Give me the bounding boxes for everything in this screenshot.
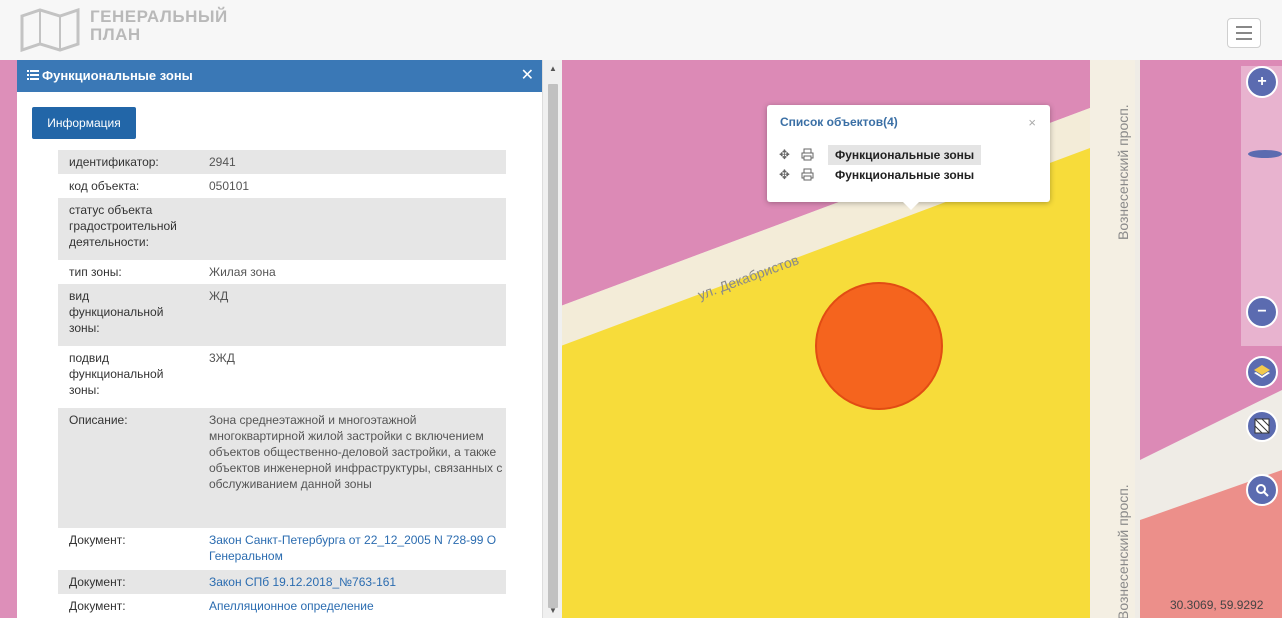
popup-close-icon[interactable]: ×: [1028, 115, 1036, 130]
attribute-key: вид функциональной зоны:: [69, 289, 164, 335]
popup-item[interactable]: ✥ Функциональные зоны: [779, 145, 1019, 165]
attribute-value: 050101: [209, 179, 250, 193]
attribute-key: идентификатор:: [69, 155, 159, 169]
zoom-out-button[interactable]: −: [1246, 296, 1278, 328]
document-link[interactable]: Апелляционное определение: [209, 598, 509, 614]
panel-header: Функциональные зоны ✕: [17, 60, 542, 92]
attribute-value: 2941: [209, 155, 236, 169]
popup-item[interactable]: ✥ Функциональные зоны: [779, 165, 1019, 185]
layers-icon: [1254, 365, 1270, 378]
attribute-row: Описание: Зона среднеэтажной и многоэтаж…: [58, 408, 506, 528]
scroll-thumb[interactable]: [548, 84, 558, 608]
attribute-key: подвид функциональной зоны:: [69, 351, 164, 397]
objects-popup: Список объектов(4) × ✥ Функциональные зо…: [767, 105, 1050, 210]
move-icon[interactable]: ✥: [779, 167, 790, 183]
document-link[interactable]: Закон СПб 19.12.2018_№763-161: [209, 574, 509, 590]
zoom-slider-handle[interactable]: [1248, 150, 1282, 158]
coordinates-readout: 30.3069, 59.9292: [1170, 598, 1264, 612]
popup-title: Список объектов(4): [780, 115, 898, 129]
attribute-row: вид функциональной зоны: ЖД: [58, 284, 506, 346]
hamburger-menu-button[interactable]: [1227, 18, 1261, 48]
attribute-value: 3ЖД: [209, 351, 235, 365]
popup-item-label[interactable]: Функциональные зоны: [828, 145, 982, 165]
street-label-voznesensky-bottom: Вознесенский просп.: [1115, 484, 1131, 618]
panel-title: Функциональные зоны: [42, 68, 193, 83]
attribute-key: Описание:: [69, 413, 128, 427]
attribute-row: подвид функциональной зоны: 3ЖД: [58, 346, 506, 408]
map-type-icon: [1254, 418, 1270, 434]
selection-marker: [815, 282, 943, 410]
panel-close-icon[interactable]: ✕: [521, 65, 534, 85]
attribute-value: Зона среднеэтажной и многоэтажной многок…: [209, 413, 503, 491]
app-header: ГЕНЕРАЛЬНЫЙ ПЛАН: [0, 0, 1282, 61]
popup-item-label[interactable]: Функциональные зоны: [828, 165, 981, 185]
attribute-value: ЖД: [209, 289, 229, 303]
attribute-row: статус объекта градостроительной деятель…: [58, 198, 506, 260]
logo-icon: [20, 8, 80, 52]
scroll-up-arrow-icon[interactable]: ▲: [549, 64, 557, 73]
attribute-key: статус объекта градостроительной деятель…: [69, 203, 177, 249]
search-button[interactable]: [1246, 474, 1278, 506]
layers-button[interactable]: [1246, 356, 1278, 388]
attribute-row: Документ: Закон СПб 19.12.2018_№763-161: [58, 570, 506, 594]
attribute-row: код объекта: 050101: [58, 174, 506, 198]
street-label-voznesensky-top: Вознесенский просп.: [1115, 104, 1131, 240]
attribute-key: тип зоны:: [69, 265, 122, 279]
logo-line1: ГЕНЕРАЛЬНЫЙ: [90, 7, 228, 26]
move-icon[interactable]: ✥: [779, 147, 790, 163]
logo-line2: ПЛАН: [90, 25, 141, 44]
list-icon: [27, 70, 39, 80]
attribute-key: Документ:: [69, 533, 126, 547]
tab-information[interactable]: Информация: [32, 107, 136, 139]
logo-text: ГЕНЕРАЛЬНЫЙ ПЛАН: [90, 8, 228, 44]
panel-scrollbar[interactable]: ▲ ▼: [542, 60, 562, 618]
zoom-in-button[interactable]: +: [1246, 66, 1278, 98]
attribute-key: Документ:: [69, 599, 126, 613]
attribute-row: тип зоны: Жилая зона: [58, 260, 506, 284]
attribute-value: Жилая зона: [209, 265, 276, 279]
scroll-down-arrow-icon[interactable]: ▼: [549, 606, 557, 615]
print-icon[interactable]: [801, 168, 814, 181]
attribute-row: Документ: Закон Санкт-Петербурга от 22_1…: [58, 528, 506, 570]
info-panel: Функциональные зоны ✕ Информация идентиф…: [17, 60, 542, 618]
search-icon: [1256, 484, 1269, 497]
document-link[interactable]: Закон Санкт-Петербурга от 22_12_2005 N 7…: [209, 532, 509, 564]
attribute-row: идентификатор: 2941: [58, 150, 506, 174]
attribute-key: код объекта:: [69, 179, 140, 193]
map-type-button[interactable]: [1246, 410, 1278, 442]
print-icon[interactable]: [801, 148, 814, 161]
attribute-row: Документ: Апелляционное определение: [58, 594, 506, 618]
attribute-key: Документ:: [69, 575, 126, 589]
